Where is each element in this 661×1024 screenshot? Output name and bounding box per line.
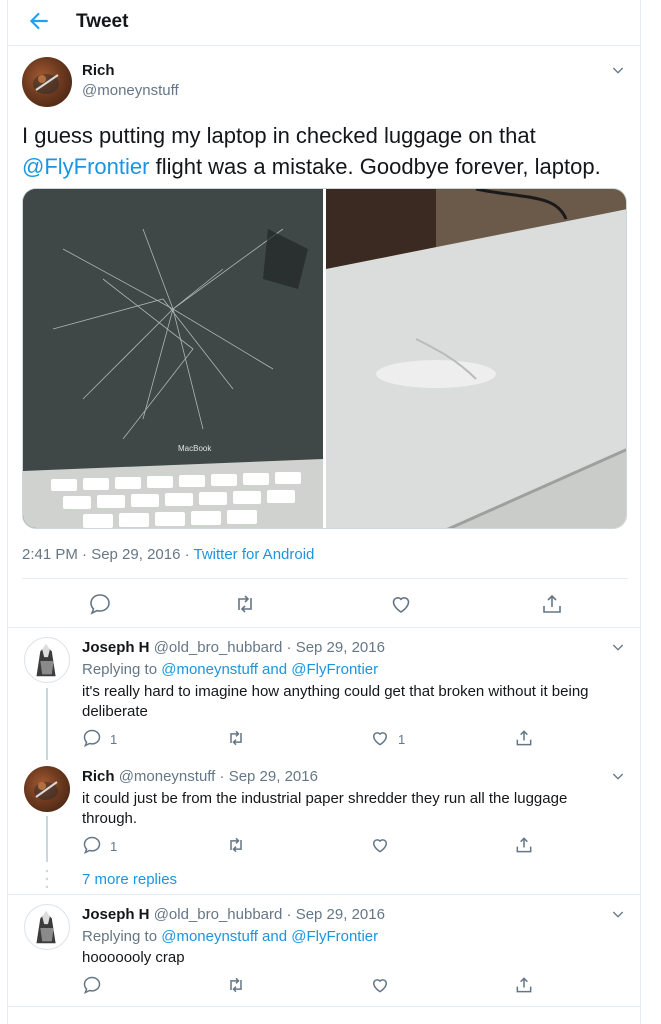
thread-line <box>46 816 48 862</box>
reply-count: 1 <box>110 732 118 747</box>
reply-author-handle[interactable]: @old_bro_hubbard <box>154 639 283 656</box>
share-icon[interactable] <box>540 592 564 616</box>
reply-author-name[interactable]: Rich <box>82 768 115 785</box>
chevron-down-icon[interactable] <box>610 639 626 655</box>
reply-author: Joseph H @old_bro_hubbard · Sep 29, 2016 <box>82 906 385 923</box>
reply-date[interactable]: · Sep 29, 2016 <box>282 906 385 923</box>
tweet-media[interactable]: MacBook <box>22 188 627 529</box>
like-icon[interactable] <box>370 975 390 995</box>
chevron-down-icon[interactable] <box>610 62 626 78</box>
replying-to-link[interactable]: @moneynstuff and @FlyFrontier <box>161 928 378 945</box>
divider <box>8 894 640 895</box>
page-header: Tweet <box>8 0 640 46</box>
avatar[interactable] <box>24 904 70 950</box>
reply-text: it's really hard to imagine how anything… <box>82 683 589 720</box>
avatar[interactable] <box>22 57 72 107</box>
chevron-down-icon[interactable] <box>610 768 626 784</box>
reply-date[interactable]: · Sep 29, 2016 <box>282 639 385 656</box>
macbook-label: MacBook <box>178 444 212 453</box>
reply-text: hooooooly crap <box>82 949 185 966</box>
thread-line <box>46 688 48 760</box>
reply-date[interactable]: · Sep 29, 2016 <box>215 768 318 785</box>
replying-to: Replying to @moneynstuff and @FlyFrontie… <box>82 928 378 945</box>
reply-author-handle[interactable]: @moneynstuff <box>119 768 216 785</box>
retweet-icon[interactable] <box>233 592 257 616</box>
author-handle[interactable]: @moneynstuff <box>82 82 179 99</box>
reply-icon[interactable] <box>82 835 102 855</box>
more-replies-link[interactable]: 7 more replies <box>82 871 177 888</box>
tweet-text: I guess putting my laptop in checked lug… <box>22 120 622 182</box>
chevron-down-icon[interactable] <box>610 906 626 922</box>
divider <box>22 578 628 579</box>
photo-dented-laptop-bottom[interactable] <box>326 189 626 528</box>
reply-count: 1 <box>110 839 118 854</box>
tweet-page: Tweet Rich @moneynstuff I guess putting … <box>7 0 641 1024</box>
tweet-text-part: I guess putting my laptop in checked lug… <box>22 123 536 148</box>
like-icon[interactable] <box>370 835 390 855</box>
photo-broken-laptop-screen[interactable]: MacBook <box>23 189 323 528</box>
reply-author-name[interactable]: Joseph H <box>82 906 150 923</box>
reply-author-handle[interactable]: @old_bro_hubbard <box>154 906 283 923</box>
reply-icon[interactable] <box>82 728 102 748</box>
reply-author: Rich @moneynstuff · Sep 29, 2016 <box>82 768 318 785</box>
like-icon[interactable] <box>370 728 390 748</box>
author-name[interactable]: Rich <box>82 62 115 79</box>
tweet-timestamp[interactable]: 2:41 PM · Sep 29, 2016 · <box>22 546 194 563</box>
reply-icon[interactable] <box>82 975 102 995</box>
replying-to-link[interactable]: @moneynstuff and @FlyFrontier <box>161 661 378 678</box>
retweet-icon[interactable] <box>226 835 246 855</box>
replying-to: Replying to @moneynstuff and @FlyFrontie… <box>82 661 378 678</box>
replying-to-prefix: Replying to <box>82 928 162 945</box>
reply-author-name[interactable]: Joseph H <box>82 639 150 656</box>
retweet-icon[interactable] <box>226 728 246 748</box>
more-replies-dots <box>45 868 49 890</box>
divider <box>8 1006 640 1007</box>
avatar[interactable] <box>24 766 70 812</box>
retweet-icon[interactable] <box>226 975 246 995</box>
share-icon[interactable] <box>514 975 534 995</box>
tweet-meta: 2:41 PM · Sep 29, 2016 · Twitter for And… <box>22 546 314 563</box>
tweet-text-part: flight was a mistake. Goodbye forever, l… <box>149 154 601 179</box>
divider <box>8 627 640 628</box>
reply-icon[interactable] <box>88 592 112 616</box>
share-icon[interactable] <box>514 835 534 855</box>
replying-to-prefix: Replying to <box>82 661 162 678</box>
like-icon[interactable] <box>389 592 413 616</box>
like-count: 1 <box>398 732 406 747</box>
reply-author: Joseph H @old_bro_hubbard · Sep 29, 2016 <box>82 639 385 656</box>
back-arrow-icon[interactable] <box>26 8 52 34</box>
mention-link[interactable]: @FlyFrontier <box>22 154 149 179</box>
tweet-source[interactable]: Twitter for Android <box>194 546 315 563</box>
share-icon[interactable] <box>514 728 534 748</box>
reply-text: it could just be from the industrial pap… <box>82 790 568 827</box>
page-title: Tweet <box>76 11 129 32</box>
avatar[interactable] <box>24 637 70 683</box>
